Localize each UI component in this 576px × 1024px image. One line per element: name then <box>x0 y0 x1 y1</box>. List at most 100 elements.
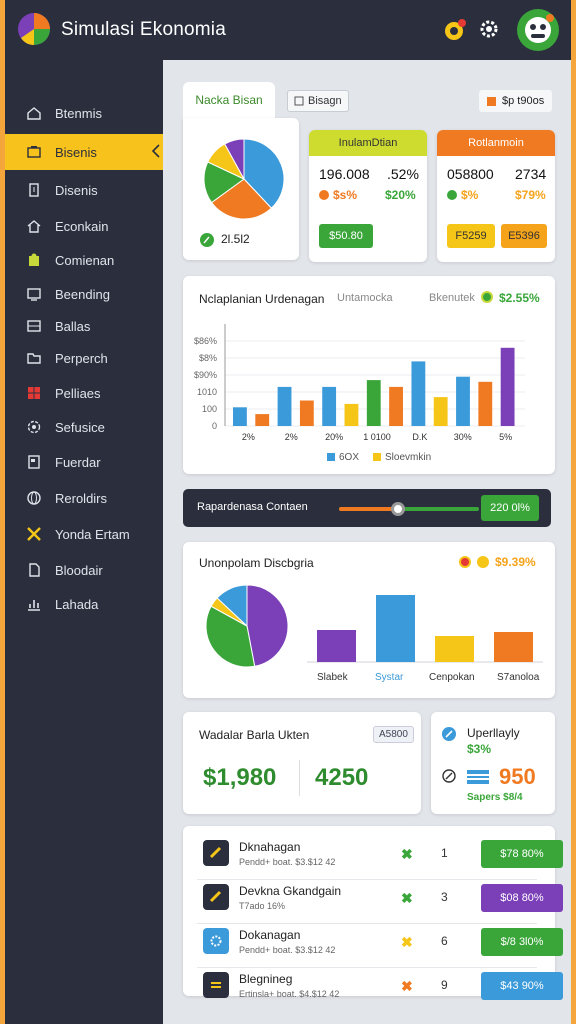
puzzle-icon <box>25 251 43 269</box>
slider-label: Rapardenasa Contaen <box>197 501 308 513</box>
main-content: Nacka Bisan Bisagn $p t90os 2l.5l2 Inula… <box>163 60 571 1024</box>
slider-track[interactable] <box>339 502 479 516</box>
bar-chart: 0 100 1010 $90% $8% $86% 2% 2% 20% 1 0100 D.K 30% 5% <box>194 324 525 442</box>
sidebar-item-ballas[interactable]: Ballas <box>5 308 163 344</box>
leaf-icon <box>200 233 214 247</box>
stat-card-2-sub-1: $% <box>461 188 479 202</box>
sidebar-item-perperch[interactable]: Perperch <box>5 340 163 376</box>
tab-nacka-bisan[interactable]: Nacka Bisan <box>183 82 275 118</box>
list-row[interactable]: Dokanagan Pendd+ boat. $3.$12 42 ✖ 6 $/8… <box>197 920 563 968</box>
sidebar-item-sefusice[interactable]: Sefusice <box>5 409 163 445</box>
row-action-button[interactable]: $/8 3l0% <box>481 928 563 956</box>
stat-card-2-header: Rotlanmoin <box>437 130 555 156</box>
badge-square-icon <box>487 96 496 106</box>
pie-logo-icon <box>18 13 50 45</box>
summary-pie-card: 2l.5l2 <box>183 118 299 260</box>
briefcase-icon <box>25 143 43 161</box>
sidebar-item-beending[interactable]: Beending <box>5 276 163 312</box>
sidebar-item-reroldirs[interactable]: Reroldirs <box>5 480 163 516</box>
y-tick-label: 1010 <box>197 387 217 397</box>
bar-12 <box>478 381 493 426</box>
sidebar-item-label: Ballas <box>55 318 91 334</box>
slider-fill <box>339 507 398 511</box>
row-action-button[interactable]: $43 90% <box>481 972 563 1000</box>
totals-card: Wadalar Barla Ukten A5800 $1,980 4250 <box>183 712 421 814</box>
x-tick-label: 20% <box>325 432 343 442</box>
bar-10 <box>433 397 448 426</box>
tab-bisagn[interactable]: Bisagn <box>287 90 349 112</box>
list-row[interactable]: Devkna Gkandgain T7ado 16% ✖ 3 $08 80% <box>197 876 563 924</box>
list-card: Dknahagan Pendd+ boat. $3.$12 42 ✖ 1 $78… <box>183 826 563 1000</box>
avatar-icon[interactable] <box>516 8 560 52</box>
sidebar-item-pelliaes[interactable]: Pelliaes <box>5 375 163 411</box>
sidebar-item-bisenis[interactable]: Bisenis <box>5 134 163 170</box>
row-action-button[interactable]: $08 80% <box>481 884 563 912</box>
settings-icon <box>25 418 43 436</box>
stat-card-2-button-1[interactable]: F5259 <box>447 224 495 248</box>
x-tick-label: 1 0100 <box>363 432 391 442</box>
bar-5 <box>322 386 337 426</box>
x-tick-label: 5% <box>499 432 512 442</box>
bar-chart-legend: 6OX Sloevmkin <box>327 452 431 463</box>
stat-card-2-value-1: 058800 <box>447 166 494 182</box>
bar-chart-card: Nclaplanian Urdenagan Untamocka Bkenutek… <box>183 276 555 474</box>
stat-card-1-value-1: 196.008 <box>319 166 370 182</box>
green-dot-icon <box>447 190 457 200</box>
contaen-slider[interactable]: Rapardenasa Contaen 220 0l% <box>183 489 551 527</box>
update-title: Uperllayly <box>467 726 520 740</box>
stat-card-1-button[interactable]: $50.80 <box>319 224 373 248</box>
bar-7 <box>366 380 381 426</box>
row-name: Dokanagan <box>239 928 301 942</box>
bar-chart-title: Nclaplanian Urdenagan <box>199 292 325 306</box>
stat-card-1-sub-2: $20% <box>385 188 416 202</box>
sidebar-item-lahada[interactable]: Lahada <box>5 586 163 622</box>
sidebar-item-bloodair[interactable]: Bloodair <box>5 552 163 588</box>
discbgria-bar-3 <box>435 636 474 662</box>
totals-value-2: 4250 <box>315 764 369 791</box>
folder-icon <box>25 349 43 367</box>
slider-value-button[interactable]: 220 0l% <box>481 495 539 521</box>
sidebar-item-label: Fuerdar <box>55 454 101 470</box>
list-row[interactable]: Blegnineg Ertinsla+ boat. $4.$12 42 ✖ 9 … <box>197 964 563 1012</box>
compass-icon <box>442 769 456 783</box>
y-tick-label: 0 <box>212 421 217 431</box>
bar-chart-right-value: $2.55% <box>499 291 540 305</box>
sidebar-item-label: Comienan <box>55 252 115 268</box>
building-icon <box>25 181 43 199</box>
y-tick-label: $86% <box>194 336 217 346</box>
discbgria-pie-slice-1 <box>246 584 289 667</box>
sidebar-item-fuerdar[interactable]: Fuerdar <box>5 444 163 480</box>
bar-13 <box>500 347 515 426</box>
slider-thumb[interactable] <box>390 502 405 516</box>
discbgria-title: Unonpolam Discbgria <box>199 556 314 570</box>
update-sub: $3% <box>467 742 492 756</box>
home-outline-icon <box>25 217 43 235</box>
file-icon <box>25 561 43 579</box>
sidebar-item-label: Btenmis <box>55 105 102 121</box>
app-title: Simulasi Ekonomia <box>61 19 226 40</box>
sidebar-item-comienan[interactable]: Comienan <box>5 242 163 278</box>
category-label: Cenpokan <box>429 672 475 683</box>
row-action-button[interactable]: $78 80% <box>481 840 563 868</box>
discbgria-bar-2 <box>376 595 415 662</box>
sidebar-item-disenis[interactable]: Disenis <box>5 172 163 208</box>
sidebar-item-label: Lahada <box>55 596 99 612</box>
sidebar-item-yonda-ertam[interactable]: Yonda Ertam <box>5 516 163 552</box>
list-row[interactable]: Dknahagan Pendd+ boat. $3.$12 42 ✖ 1 $78… <box>197 832 563 880</box>
top-badge: $p t90os <box>479 90 553 112</box>
orange-circle-icon <box>459 556 471 568</box>
document-icon <box>294 96 304 106</box>
stat-card-1-value-2: .52% <box>387 166 419 182</box>
sidebar-item-label: Yonda Ertam <box>55 526 130 542</box>
sidebar-item-econkain[interactable]: Econkain <box>5 208 163 244</box>
totals-badge: A5800 <box>373 726 414 743</box>
stat-card-2-sub-2: $79% <box>515 188 546 202</box>
app-frame: Simulasi Ekonomia Btenmis Bisenis Diseni… <box>5 0 571 1024</box>
sidebar-item-btenmis[interactable]: Btenmis <box>5 95 163 131</box>
bar-chart-subtitle: Untamocka <box>337 292 393 304</box>
stat-card-2-button-2[interactable]: E5396 <box>501 224 547 248</box>
row-status-icon: ✖ <box>401 846 413 862</box>
notification-icon[interactable] <box>443 18 467 42</box>
gear-icon[interactable] <box>479 19 499 39</box>
pencil-icon <box>442 727 456 741</box>
